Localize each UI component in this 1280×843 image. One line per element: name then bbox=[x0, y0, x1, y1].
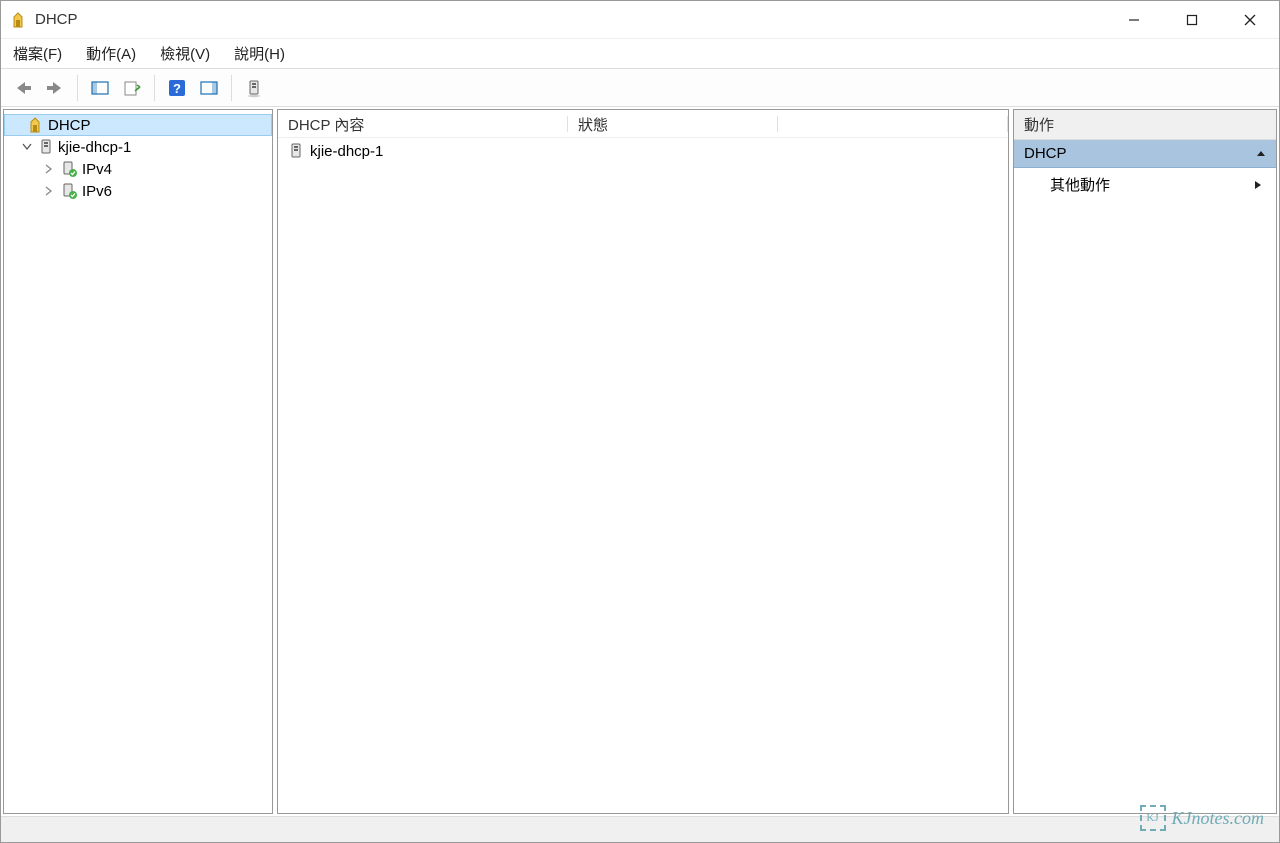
app-icon bbox=[9, 11, 27, 29]
server-icon bbox=[38, 138, 54, 156]
manage-authorized-servers-button[interactable] bbox=[240, 74, 268, 102]
forward-button[interactable] bbox=[41, 74, 69, 102]
column-status[interactable]: 狀態 bbox=[568, 110, 778, 137]
show-hide-actions-button[interactable] bbox=[195, 74, 223, 102]
show-hide-tree-button[interactable] bbox=[86, 74, 114, 102]
column-name[interactable]: DHCP 內容 bbox=[278, 110, 568, 137]
list-item[interactable]: kjie-dhcp-1 bbox=[278, 138, 1008, 164]
toolbar: ? bbox=[1, 69, 1279, 107]
window-title: DHCP bbox=[35, 11, 78, 28]
tree-item-label: IPv4 bbox=[82, 161, 112, 178]
column-spacer bbox=[778, 110, 1008, 137]
content-area: DHCP kjie-dhcp-1 IPv4 bbox=[1, 107, 1279, 816]
tree-root-label: DHCP bbox=[48, 117, 91, 134]
actions-pane: 動作 DHCP 其他動作 bbox=[1013, 109, 1277, 814]
collapse-icon[interactable] bbox=[1256, 149, 1266, 159]
tree-ipv6-node[interactable]: IPv6 bbox=[4, 180, 272, 202]
help-button[interactable]: ? bbox=[163, 74, 191, 102]
menu-view[interactable]: 檢視(V) bbox=[160, 43, 210, 64]
tree-pane: DHCP kjie-dhcp-1 IPv4 bbox=[3, 109, 273, 814]
actions-section-title[interactable]: DHCP bbox=[1014, 140, 1276, 168]
watermark: KJ KJnotes.com bbox=[1140, 805, 1264, 831]
titlebar: DHCP bbox=[1, 1, 1279, 39]
list-header: DHCP 內容 狀態 bbox=[278, 110, 1008, 138]
tree-server-node[interactable]: kjie-dhcp-1 bbox=[4, 136, 272, 158]
maximize-button[interactable] bbox=[1163, 1, 1221, 38]
expand-icon[interactable] bbox=[42, 162, 56, 176]
watermark-badge: KJ bbox=[1140, 805, 1166, 831]
statusbar bbox=[1, 816, 1279, 842]
menu-action[interactable]: 動作(A) bbox=[86, 43, 136, 64]
menu-file[interactable]: 檔案(F) bbox=[13, 43, 62, 64]
svg-text:?: ? bbox=[173, 81, 181, 96]
main-pane: DHCP 內容 狀態 kjie-dhcp-1 bbox=[277, 109, 1009, 814]
actions-more-actions[interactable]: 其他動作 bbox=[1014, 168, 1276, 201]
minimize-button[interactable] bbox=[1105, 1, 1163, 38]
back-button[interactable] bbox=[9, 74, 37, 102]
separator bbox=[231, 75, 232, 101]
tree-ipv4-node[interactable]: IPv4 bbox=[4, 158, 272, 180]
expand-icon[interactable] bbox=[42, 184, 56, 198]
expand-icon[interactable] bbox=[8, 118, 22, 132]
actions-header: 動作 bbox=[1014, 110, 1276, 140]
expand-icon[interactable] bbox=[20, 140, 34, 154]
submenu-arrow-icon bbox=[1254, 180, 1262, 190]
menu-help[interactable]: 說明(H) bbox=[234, 43, 285, 64]
watermark-text: KJnotes.com bbox=[1172, 808, 1264, 829]
export-list-button[interactable] bbox=[118, 74, 146, 102]
tree-item-label: IPv6 bbox=[82, 183, 112, 200]
dhcp-icon bbox=[26, 116, 44, 134]
list-item-label: kjie-dhcp-1 bbox=[310, 143, 383, 160]
separator bbox=[77, 75, 78, 101]
tree-root-dhcp[interactable]: DHCP bbox=[4, 114, 272, 136]
server-icon bbox=[288, 142, 304, 160]
separator bbox=[154, 75, 155, 101]
server-ok-icon bbox=[60, 182, 78, 200]
tree-server-label: kjie-dhcp-1 bbox=[58, 139, 131, 156]
actions-section-label: DHCP bbox=[1024, 145, 1067, 162]
actions-item-label: 其他動作 bbox=[1050, 174, 1110, 195]
close-button[interactable] bbox=[1221, 1, 1279, 38]
menubar: 檔案(F) 動作(A) 檢視(V) 說明(H) bbox=[1, 39, 1279, 69]
server-ok-icon bbox=[60, 160, 78, 178]
